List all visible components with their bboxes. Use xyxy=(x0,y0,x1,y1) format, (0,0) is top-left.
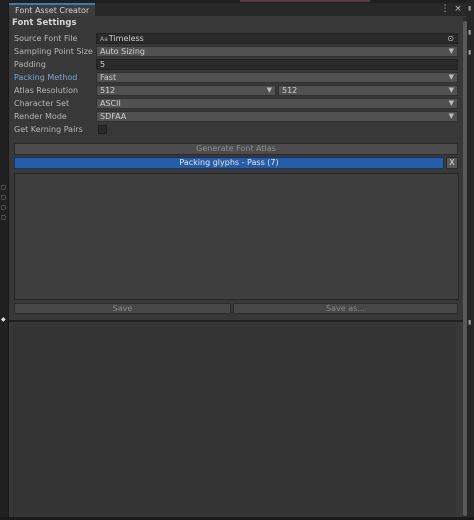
save-as-button[interactable]: Save as... xyxy=(233,303,458,314)
source-font-file-row: Source Font File AaTimeless ⊙ xyxy=(14,33,458,45)
sampling-point-size-label: Sampling Point Size xyxy=(14,47,93,56)
output-panel xyxy=(12,323,456,517)
source-font-file-value: Timeless xyxy=(108,34,144,43)
dock-marker: ◻ xyxy=(1,184,6,191)
chevron-down-icon: ▼ xyxy=(448,86,454,94)
generate-font-atlas-button[interactable]: Generate Font Atlas xyxy=(14,143,458,155)
dock-marker: ▮ xyxy=(468,49,472,56)
get-kerning-pairs-label: Get Kerning Pairs xyxy=(14,125,83,134)
sampling-point-size-value: Auto Sizing xyxy=(100,47,145,56)
packing-method-dropdown[interactable]: Fast ▼ xyxy=(96,72,458,83)
cancel-packing-button[interactable]: X xyxy=(446,157,458,169)
left-dock-strip: ◻ ◻ ◻ ◻ ◆ xyxy=(0,0,8,520)
source-font-file-field[interactable]: AaTimeless ⊙ xyxy=(96,33,458,44)
atlas-height-value: 512 xyxy=(282,86,298,95)
packing-progress-bar: Packing glyphs - Pass (7) xyxy=(14,157,444,169)
render-mode-value: SDFAA xyxy=(100,112,127,121)
window-menu-icon[interactable]: ⋮ xyxy=(439,4,451,14)
panel-divider[interactable] xyxy=(9,320,467,322)
render-mode-dropdown[interactable]: SDFAA ▼ xyxy=(96,111,458,122)
atlas-resolution-label: Atlas Resolution xyxy=(14,86,79,95)
dock-marker: ◻ xyxy=(1,204,6,211)
get-kerning-pairs-checkbox[interactable] xyxy=(98,125,107,134)
atlas-width-dropdown[interactable]: 512 ▼ xyxy=(96,85,276,96)
right-dock-strip: ▮ ▮ ▮ ▮ xyxy=(467,0,474,520)
font-asset-icon: Aa xyxy=(100,36,108,43)
chevron-down-icon: ▼ xyxy=(448,47,454,55)
atlas-height-dropdown[interactable]: 512 ▼ xyxy=(278,85,458,96)
chevron-down-icon: ▼ xyxy=(266,86,272,94)
sampling-point-size-row: Sampling Point Size Auto Sizing ▼ xyxy=(14,46,458,58)
top-bar-accent xyxy=(240,0,370,2)
sampling-point-size-dropdown[interactable]: Auto Sizing ▼ xyxy=(96,46,458,57)
packing-method-row: Packing Method Fast ▼ xyxy=(14,72,458,84)
padding-row: Padding 5 xyxy=(14,59,458,71)
font-asset-creator-window: Font Asset Creator ⋮ × Font Settings Sou… xyxy=(8,3,467,517)
save-button[interactable]: Save xyxy=(14,303,231,314)
tab-font-asset-creator[interactable]: Font Asset Creator xyxy=(9,3,96,16)
padding-label: Padding xyxy=(14,60,46,69)
character-set-row: Character Set ASCII ▼ xyxy=(14,98,458,110)
character-set-dropdown[interactable]: ASCII ▼ xyxy=(96,98,458,109)
packing-method-value: Fast xyxy=(100,73,117,82)
atlas-width-value: 512 xyxy=(100,86,116,95)
render-mode-row: Render Mode SDFAA ▼ xyxy=(14,111,458,123)
chevron-down-icon: ▼ xyxy=(448,112,454,120)
dock-arrow-icon[interactable]: ◆ xyxy=(1,317,6,323)
dock-marker: ▮ xyxy=(468,319,472,326)
dock-marker: ◻ xyxy=(1,194,6,201)
padding-input[interactable]: 5 xyxy=(96,59,458,70)
get-kerning-pairs-row: Get Kerning Pairs xyxy=(14,124,458,136)
dock-marker: ▮ xyxy=(468,29,472,36)
tab-strip: Font Asset Creator ⋮ × xyxy=(9,3,467,16)
window-close-icon[interactable]: × xyxy=(453,4,463,14)
character-set-value: ASCII xyxy=(100,99,121,108)
chevron-down-icon: ▼ xyxy=(448,99,454,107)
dock-marker: ◻ xyxy=(1,214,6,221)
chevron-down-icon: ▼ xyxy=(448,73,454,81)
source-font-file-label: Source Font File xyxy=(14,34,78,43)
render-mode-label: Render Mode xyxy=(14,112,67,121)
dock-marker: ▮ xyxy=(468,5,472,12)
object-picker-icon[interactable]: ⊙ xyxy=(447,34,454,43)
character-set-label: Character Set xyxy=(14,99,70,108)
section-header: Font Settings xyxy=(12,18,77,28)
atlas-preview-area xyxy=(14,173,459,300)
atlas-resolution-row: Atlas Resolution 512 ▼ 512 ▼ xyxy=(14,85,458,97)
packing-method-label: Packing Method xyxy=(14,73,78,82)
